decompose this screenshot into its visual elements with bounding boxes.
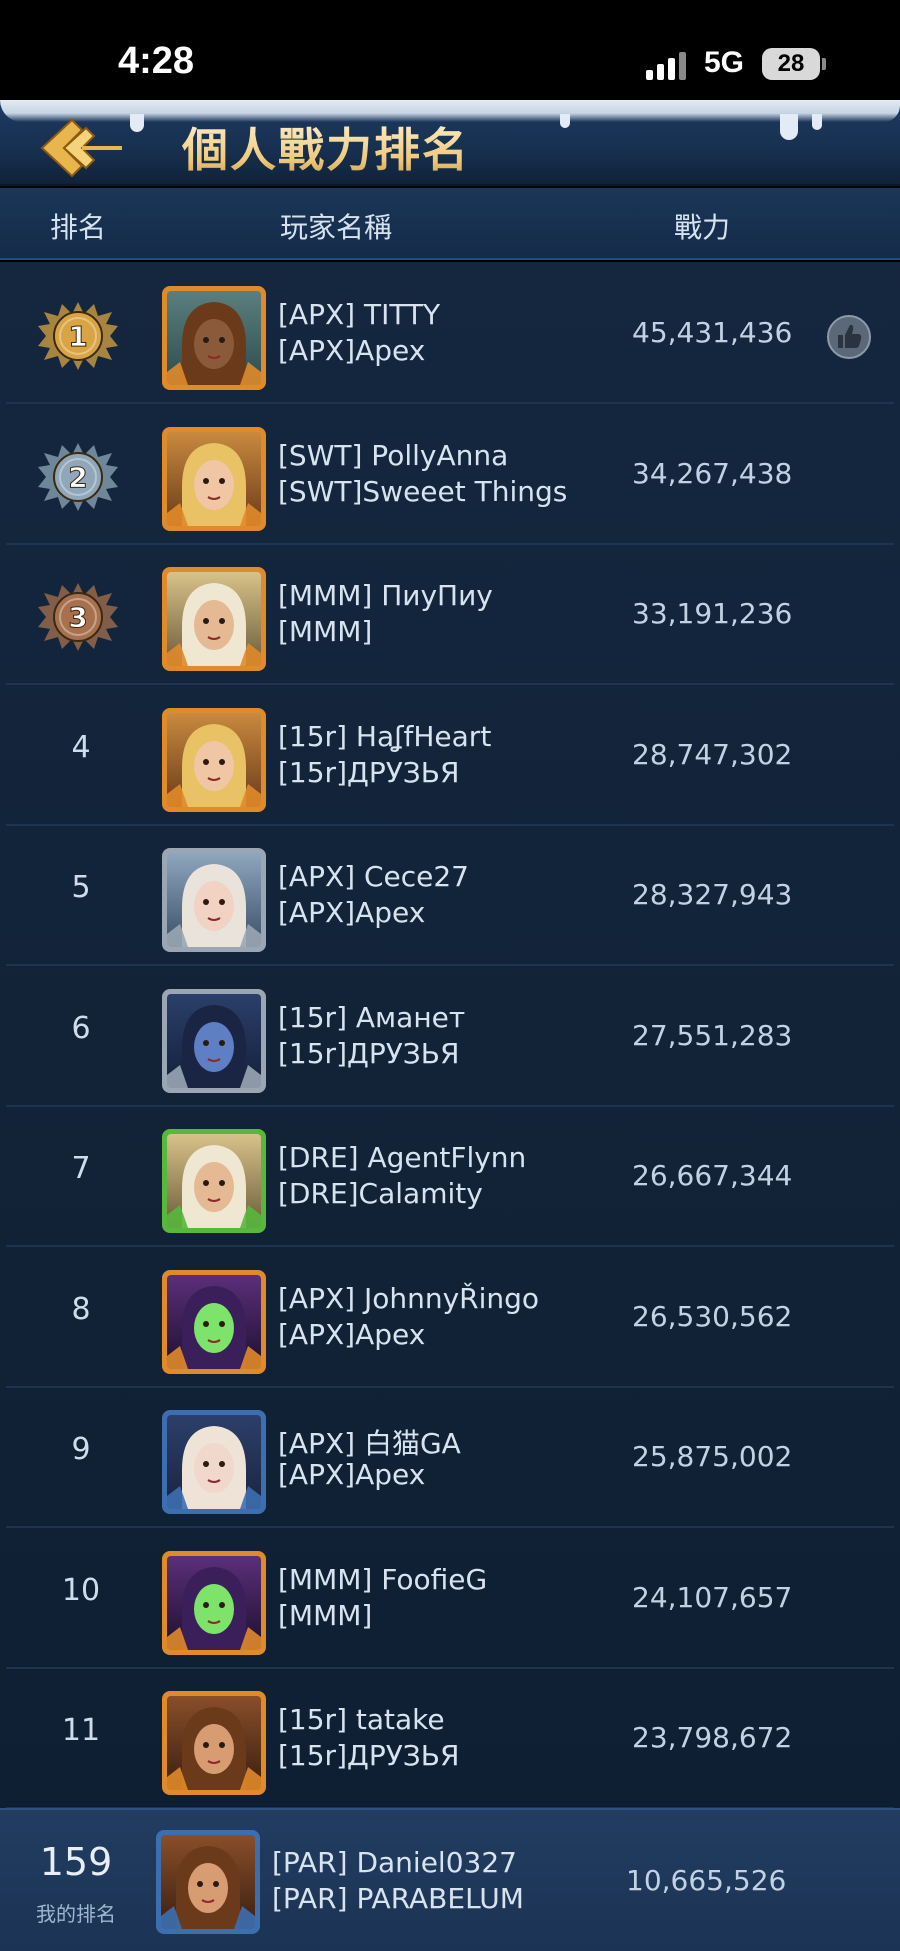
ranking-row[interactable]: 1 [APX] TITTY [APX]Apex 45,431,436 bbox=[6, 264, 894, 404]
power-value: 28,747,302 bbox=[632, 737, 793, 771]
ranking-row[interactable]: 3 [MMM] ПиуПиу [MMM] 33,191,236 bbox=[6, 545, 894, 685]
alliance-name: [APX]Apex bbox=[278, 334, 426, 367]
avatar[interactable] bbox=[162, 1550, 266, 1655]
rank-number: 8 bbox=[71, 1291, 91, 1327]
column-header: 排名 玩家名稱 戰力 bbox=[0, 188, 900, 260]
player-name: [APX] 白猫GA bbox=[278, 1427, 461, 1460]
power-value: 26,530,562 bbox=[632, 1299, 793, 1333]
my-rank-label: 我的排名 bbox=[36, 1902, 116, 1926]
player-name: [15r] tatake bbox=[278, 1703, 445, 1736]
alliance-name: [DRE]Calamity bbox=[278, 1177, 483, 1210]
thumbs-up-icon[interactable] bbox=[826, 314, 872, 360]
rank-number: 6 bbox=[71, 1010, 91, 1046]
avatar[interactable] bbox=[162, 286, 266, 390]
player-name: [15r] HaʆfHeart bbox=[278, 719, 492, 753]
power-value: 25,875,002 bbox=[632, 1440, 793, 1473]
avatar[interactable] bbox=[162, 1269, 266, 1374]
power-value: 10,665,526 bbox=[626, 1864, 787, 1897]
avatar[interactable] bbox=[162, 567, 266, 671]
status-time: 4:28 bbox=[118, 40, 195, 82]
avatar[interactable] bbox=[156, 1830, 260, 1934]
alliance-name: [APX]Apex bbox=[278, 896, 426, 929]
column-power: 戰力 bbox=[674, 211, 731, 244]
page-title: 個人戰力排名 bbox=[182, 114, 470, 180]
rank-medal-icon: 2 bbox=[36, 437, 120, 517]
ranking-row[interactable]: 7 [DRE] AgentFlynn [DRE]Calamity 26,667,… bbox=[6, 1107, 894, 1247]
power-value: 27,551,283 bbox=[632, 1018, 793, 1052]
ranking-row[interactable]: 8 [APX] JohnnyŘingo [APX]Apex 26,530,562 bbox=[6, 1248, 894, 1388]
avatar[interactable] bbox=[162, 426, 266, 531]
power-value: 23,798,672 bbox=[632, 1721, 793, 1754]
player-name: [APX] TITTY bbox=[278, 298, 441, 331]
rank-medal-icon: 3 bbox=[36, 577, 120, 657]
rank-number: 4 bbox=[71, 729, 91, 765]
player-name: [15r] Аманет bbox=[278, 1000, 466, 1034]
my-rank-number: 159 bbox=[39, 1840, 113, 1884]
battery-tip bbox=[822, 58, 826, 70]
network-type: 5G bbox=[704, 46, 745, 79]
avatar[interactable] bbox=[162, 707, 266, 812]
ranking-list[interactable]: 1 [APX] TITTY [APX]Apex 45,431,436 2 [SW… bbox=[0, 262, 900, 1809]
icicle bbox=[560, 114, 570, 128]
ranking-row[interactable]: 9 [APX] 白猫GA [APX]Apex 25,875,002 bbox=[6, 1388, 894, 1528]
svg-text:1: 1 bbox=[68, 320, 87, 353]
rank-number: 7 bbox=[71, 1151, 91, 1186]
avatar[interactable] bbox=[162, 988, 266, 1093]
avatar[interactable] bbox=[162, 1691, 266, 1795]
icicle bbox=[130, 114, 144, 132]
column-player: 玩家名稱 bbox=[280, 211, 393, 244]
power-value: 26,667,344 bbox=[632, 1159, 793, 1192]
cellular-signal-icon bbox=[646, 50, 686, 80]
ranking-row[interactable]: 4 [15r] HaʆfHeart [15r]ДРУЗЬЯ 28,747,302 bbox=[6, 686, 894, 826]
avatar[interactable] bbox=[162, 1129, 266, 1233]
svg-text:3: 3 bbox=[68, 601, 87, 634]
status-bar: 4:28 5G 28 bbox=[0, 0, 900, 100]
rank-number: 9 bbox=[71, 1432, 91, 1467]
alliance-name: [15r]ДРУЗЬЯ bbox=[278, 1036, 460, 1070]
power-value: 33,191,236 bbox=[632, 597, 793, 630]
player-name: [MMM] ПиуПиу bbox=[278, 579, 493, 612]
ranking-row[interactable]: 11 [15r] tatake [15r]ДРУЗЬЯ 23,798,672 bbox=[6, 1669, 894, 1809]
power-value: 28,327,943 bbox=[632, 878, 793, 911]
back-arrow-icon[interactable] bbox=[38, 118, 124, 178]
player-name: [MMM] FoofieG bbox=[278, 1562, 488, 1596]
column-rank: 排名 bbox=[50, 211, 107, 244]
rank-medal-icon: 1 bbox=[36, 296, 120, 376]
icicle bbox=[780, 114, 798, 140]
battery-level: 28 bbox=[777, 50, 805, 77]
avatar[interactable] bbox=[162, 1410, 266, 1514]
ranking-row[interactable]: 2 [SWT] PollyAnna [SWT]Sweeet Things 34,… bbox=[6, 405, 894, 545]
player-name: [APX] JohnnyŘingo bbox=[278, 1281, 540, 1315]
rank-number: 11 bbox=[61, 1713, 101, 1748]
power-value: 34,267,438 bbox=[632, 456, 793, 490]
my-rank-row[interactable]: 159 我的排名 [PAR] Daniel0327 [PAR] PARABELU… bbox=[0, 1808, 900, 1951]
power-value: 24,107,657 bbox=[632, 1580, 793, 1614]
battery-icon: 28 bbox=[762, 48, 820, 80]
alliance-name: [MMM] bbox=[278, 615, 373, 648]
player-name: [PAR] Daniel0327 bbox=[272, 1846, 517, 1879]
rank-number: 5 bbox=[71, 870, 91, 905]
player-name: [APX] Cece27 bbox=[278, 860, 469, 893]
rank-number: 10 bbox=[61, 1572, 101, 1608]
alliance-name: [MMM] bbox=[278, 1598, 373, 1632]
alliance-name: [SWT]Sweeet Things bbox=[278, 474, 568, 508]
ranking-row[interactable]: 5 [APX] Cece27 [APX]Apex 28,327,943 bbox=[6, 826, 894, 966]
icicle bbox=[812, 114, 822, 130]
player-name: [SWT] PollyAnna bbox=[278, 438, 509, 472]
player-name: [DRE] AgentFlynn bbox=[278, 1141, 527, 1174]
alliance-name: [APX]Apex bbox=[278, 1317, 426, 1351]
ranking-row[interactable]: 10 [MMM] FoofieG [MMM] 24,107,657 bbox=[6, 1529, 894, 1669]
avatar[interactable] bbox=[162, 848, 266, 952]
alliance-name: [15r]ДРУЗЬЯ bbox=[278, 1739, 460, 1772]
alliance-name: [15r]ДРУЗЬЯ bbox=[278, 755, 460, 789]
alliance-name: [APX]Apex bbox=[278, 1458, 426, 1491]
svg-text:2: 2 bbox=[68, 461, 87, 494]
alliance-name: [PAR] PARABELUM bbox=[272, 1882, 524, 1915]
title-bar: 個人戰力排名 bbox=[0, 100, 900, 186]
power-value: 45,431,436 bbox=[632, 316, 793, 349]
ranking-row[interactable]: 6 [15r] Аманет [15r]ДРУЗЬЯ 27,551,283 bbox=[6, 967, 894, 1107]
